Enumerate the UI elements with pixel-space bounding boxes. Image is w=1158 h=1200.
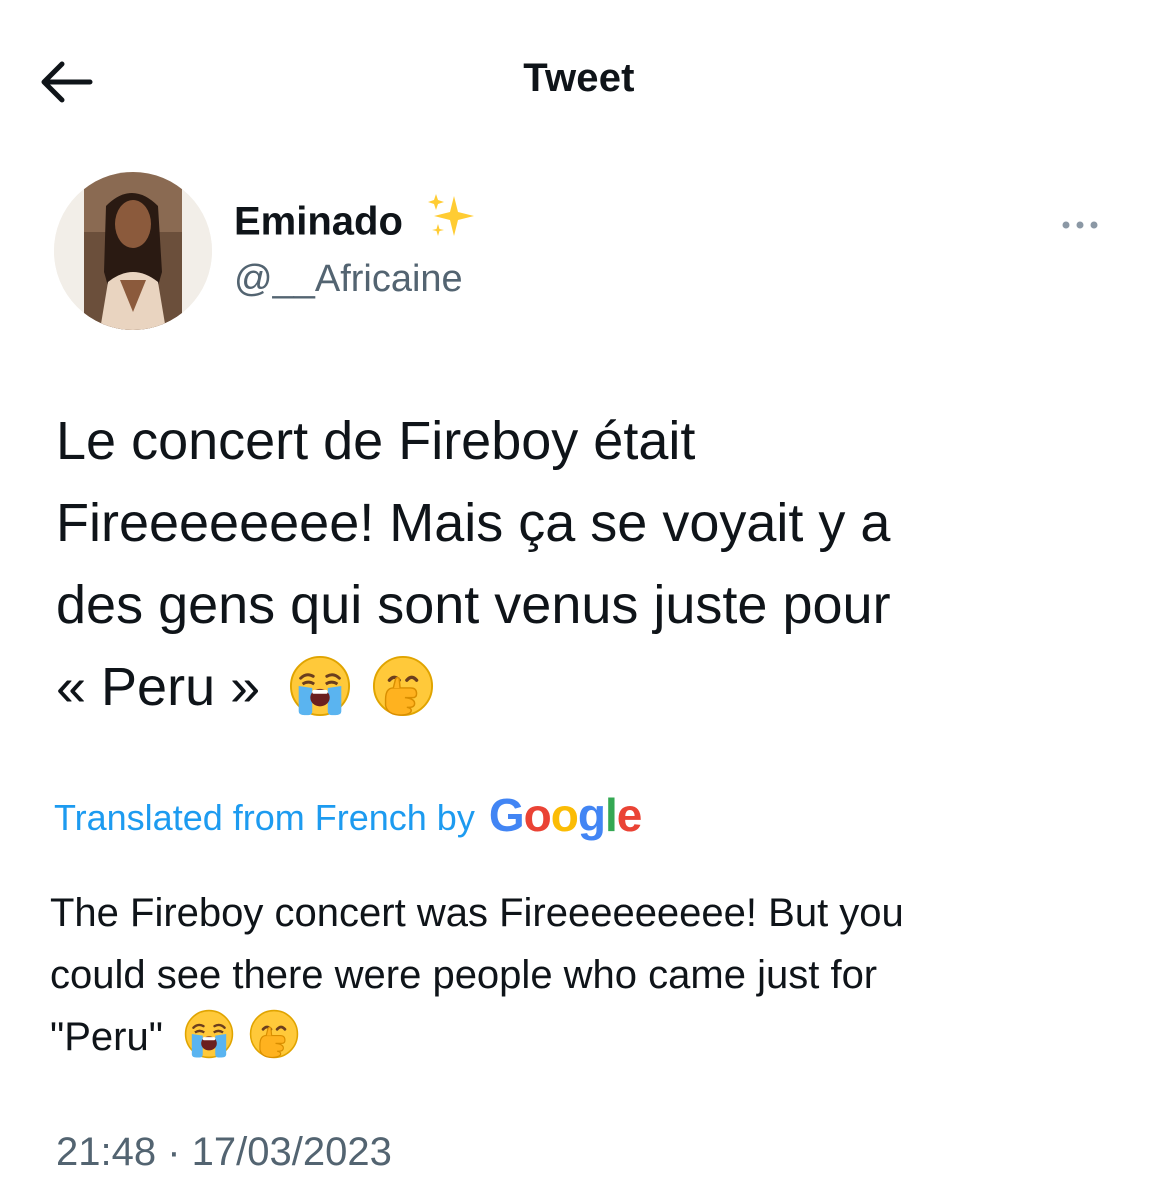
tweet-text-line: « Peru » — [56, 657, 261, 717]
loudly-crying-face-icon — [289, 655, 351, 717]
more-options-button[interactable] — [1056, 210, 1104, 240]
author-display-name[interactable]: Eminado — [234, 194, 476, 250]
face-with-hand-over-mouth-icon — [249, 1009, 299, 1059]
display-name-text: Eminado — [234, 199, 403, 244]
translation-attribution[interactable]: Translated from French by Google — [54, 789, 642, 846]
google-logo: Google — [488, 789, 642, 841]
translated-text-line: "Peru" — [50, 1015, 163, 1059]
tweet-text-line: Fireeeeeeee! Mais ça se voyait y a — [56, 493, 891, 553]
translated-text-line: could see there were people who came jus… — [50, 953, 878, 997]
face-with-hand-over-mouth-icon — [372, 655, 434, 717]
more-horizontal-icon — [1062, 221, 1098, 229]
page-title: Tweet — [523, 56, 635, 100]
sparkles-icon — [426, 192, 476, 250]
tweet-timestamp[interactable]: 21:48 · 17/03/2023 — [56, 1130, 392, 1175]
tweet-text-line: des gens qui sont venus juste pour — [56, 575, 891, 635]
top-bar: Tweet — [0, 0, 1158, 160]
translated-text: The Fireboy concert was Fireeeeeeeee! Bu… — [50, 882, 1110, 1068]
translation-label: Translated from French by — [54, 797, 475, 838]
translated-text-line: The Fireboy concert was Fireeeeeeeee! Bu… — [50, 891, 904, 935]
loudly-crying-face-icon — [184, 1009, 234, 1059]
tweet-text-line: Le concert de Fireboy était — [56, 411, 696, 471]
tweet-text: Le concert de Fireboy était Fireeeeeeee!… — [56, 400, 1116, 728]
avatar-photo — [54, 172, 212, 330]
avatar[interactable] — [54, 172, 212, 330]
author-handle[interactable]: @__Africaine — [234, 258, 463, 301]
